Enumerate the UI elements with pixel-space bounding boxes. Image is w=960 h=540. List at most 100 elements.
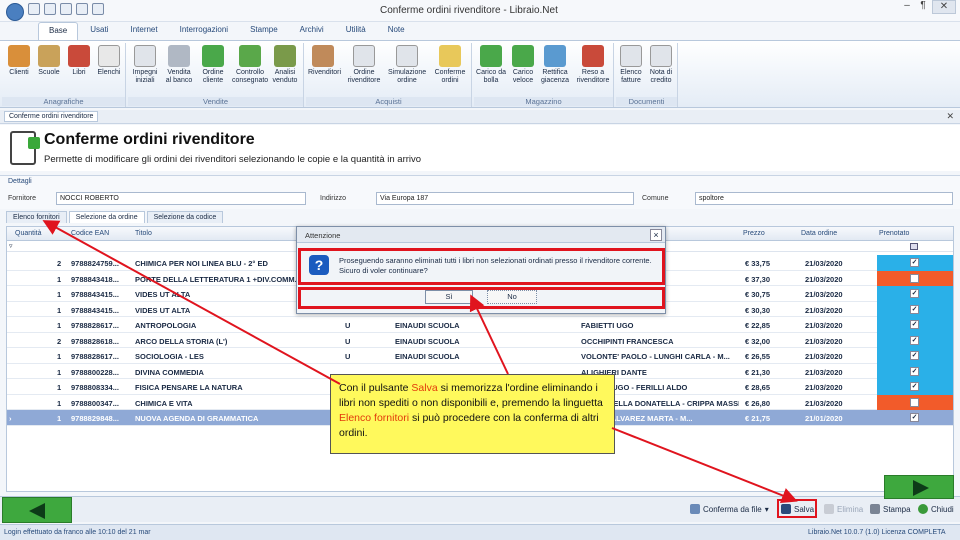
details-section-label: Dettagli [8, 178, 32, 185]
return-icon [582, 45, 604, 67]
previous-button[interactable] [2, 497, 72, 523]
prenotato-checkbox[interactable]: ✓ [910, 335, 919, 345]
col-data-ordine[interactable]: Data ordine [801, 230, 837, 237]
cell-date: 21/03/2020 [805, 274, 843, 284]
tab-usati[interactable]: Usati [80, 22, 118, 40]
tab-utilita[interactable]: Utilità [336, 22, 376, 40]
col-quantita[interactable]: Quantità [15, 230, 41, 237]
prenotato-checkbox[interactable]: ✓ [910, 382, 919, 391]
confirm-dialog: Attenzione × ? Proseguendo saranno elimi… [296, 226, 666, 314]
tab-stampe[interactable]: Stampe [240, 22, 288, 40]
prenotato-checkbox[interactable]: ✓ [910, 258, 919, 267]
fornitore-field[interactable]: NOCCI ROBERTO [56, 192, 306, 205]
prenotato-checkbox[interactable]: ✓ [910, 351, 919, 360]
rettifica-giacenza-button[interactable]: Rettifica giacenza [540, 45, 570, 85]
reso-rivenditore-button[interactable]: Reso a rivenditore [574, 45, 612, 85]
next-button[interactable] [884, 475, 954, 499]
books-icon [68, 45, 90, 67]
document-tab-bar: Conferme ordini rivenditore ✕ [0, 110, 960, 124]
document-tab[interactable]: Conferme ordini rivenditore [4, 111, 99, 122]
cell-price: € 21,75 [745, 414, 771, 423]
tab-note[interactable]: Note [378, 22, 415, 40]
prenotato-checkbox[interactable]: ✓ [910, 289, 919, 298]
elimina-button[interactable]: Elimina [824, 504, 863, 514]
elenchi-button[interactable]: Elenchi [94, 45, 124, 77]
col-prenotato[interactable]: Prenotato [879, 230, 909, 237]
book-icon[interactable] [76, 3, 88, 15]
elenco-fatture-button[interactable]: Elenco fatture [616, 45, 646, 85]
cell-price: € 28,65 [745, 383, 771, 392]
dialog-close-button[interactable]: × [650, 229, 662, 241]
controllo-consegnato-button[interactable]: Controllo consegnato [232, 45, 268, 85]
cell-title: SOCIOLOGIA - LES [135, 352, 204, 361]
no-button[interactable]: No [487, 290, 537, 304]
chiudi-button[interactable]: Chiudi [918, 504, 954, 514]
nota-credito-button[interactable]: Nota di credito [646, 45, 676, 85]
question-icon: ? [309, 255, 329, 275]
libri-button[interactable]: Libri [64, 45, 94, 77]
cell-price: € 33,75 [745, 259, 771, 268]
tab-internet[interactable]: Internet [120, 22, 167, 40]
prenotato-checkbox[interactable]: ✓ [910, 413, 919, 422]
tab-elenco-fornitori[interactable]: Elenco fornitori [6, 211, 67, 223]
print-icon[interactable] [92, 3, 104, 15]
copy-icon[interactable] [60, 3, 72, 15]
carico-veloce-button[interactable]: Carico veloce [508, 45, 538, 85]
new-icon[interactable] [44, 3, 56, 15]
tab-base[interactable]: Base [38, 22, 79, 40]
col-ean[interactable]: Codice EAN [71, 230, 109, 237]
cell-qty: 1 [57, 383, 62, 392]
prenotato-checkbox[interactable] [910, 273, 919, 283]
prenotato-checkbox[interactable]: ✓ [910, 304, 919, 314]
table-row[interactable]: 2 9788828618... ARCO DELLA STORIA (L') U EIN… [7, 332, 953, 348]
save-icon[interactable] [28, 3, 40, 15]
conferma-da-file-button[interactable]: Conferma da file ▾ [690, 504, 769, 514]
cell-title: VIDES UT ALTA [135, 305, 191, 315]
conferme-ordini-button[interactable]: Conferme ordini [432, 45, 468, 85]
cash-register-icon [168, 45, 190, 67]
table-row[interactable]: 1 9788828617... ANTROPOLOGIA U EINAUDI SCUOL… [7, 317, 953, 333]
simulazione-ordine-button[interactable]: Simulazione ordine [388, 45, 426, 85]
app-menu-icon[interactable] [6, 3, 24, 21]
select-all-icon[interactable] [910, 243, 918, 250]
col-titolo[interactable]: Titolo [135, 230, 152, 237]
analisi-venduto-button[interactable]: Analisi venduto [270, 45, 300, 85]
clienti-button[interactable]: Clienti [4, 45, 34, 77]
col-prezzo[interactable]: Prezzo [743, 230, 765, 237]
prenotato-cell: ✓ [877, 301, 953, 317]
tab-archivi[interactable]: Archivi [290, 22, 334, 40]
comune-field[interactable]: spoltore [695, 192, 953, 205]
carico-bolla-button[interactable]: Carico da bolla [476, 45, 506, 85]
prenotato-checkbox[interactable]: ✓ [910, 366, 919, 376]
vendita-banco-button[interactable]: Vendita al banco [164, 45, 194, 85]
tab-selezione-codice[interactable]: Selezione da codice [146, 211, 224, 223]
prenotato-checkbox[interactable] [910, 397, 919, 407]
tab-selezione-ordine[interactable]: Selezione da ordine [68, 211, 145, 223]
yes-button[interactable]: Sì [425, 290, 473, 304]
close-window-button[interactable]: ✕ [932, 0, 956, 14]
impegni-iniziali-button[interactable]: Impegni iniziali [130, 45, 160, 85]
close-document-icon[interactable]: ✕ [946, 111, 954, 122]
indirizzo-field[interactable]: Via Europa 187 [376, 192, 634, 205]
ordine-cliente-button[interactable]: Ordine cliente [198, 45, 228, 85]
cell-date: 21/03/2020 [805, 367, 843, 377]
table-row[interactable]: 1 9788828617... SOCIOLOGIA - LES U EINAUDI S… [7, 348, 953, 364]
tab-interrogazioni[interactable]: Interrogazioni [170, 22, 238, 40]
row-indicator-icon: › [9, 414, 12, 423]
page-subtitle: Permette di modificare gli ordini dei ri… [44, 154, 422, 165]
cell-author: FABIETTI UGO [581, 321, 634, 330]
rivenditori-button[interactable]: Rivenditori [308, 45, 341, 77]
callout-elenco: Elenco fornitori [339, 412, 410, 424]
ribbon-tabs: Base Usati Internet Interrogazioni Stamp… [0, 22, 960, 40]
cell-title: NUOVA AGENDA DI GRAMMATICA [135, 414, 259, 423]
cell-price: € 21,30 [745, 367, 771, 377]
cell-title: ARCO DELLA STORIA (L') [135, 336, 228, 346]
prenotato-checkbox[interactable]: ✓ [910, 320, 919, 329]
ordine-rivenditore-button[interactable]: Ordine rivenditore [346, 45, 382, 85]
cell-qty: 1 [57, 352, 62, 361]
stampa-button[interactable]: Stampa [870, 504, 911, 514]
load-icon [480, 45, 502, 67]
cell-date: 21/03/2020 [805, 290, 843, 299]
callout-text-1: Con il pulsante [339, 382, 412, 394]
scuole-button[interactable]: Scuole [34, 45, 64, 77]
